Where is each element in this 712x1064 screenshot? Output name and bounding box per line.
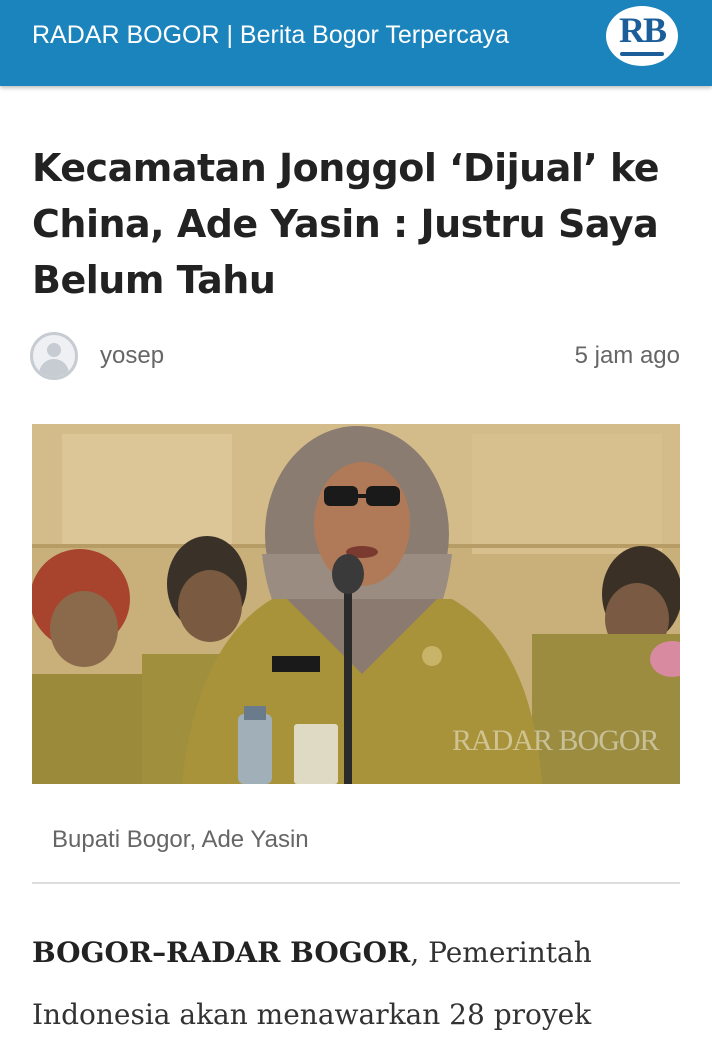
avatar-body (39, 359, 69, 377)
user-avatar-icon[interactable] (30, 332, 78, 380)
avatar-head (47, 343, 61, 357)
article-body: BOGOR–RADAR BOGOR, Pemerintah Indonesia … (32, 922, 692, 1064)
article-photo[interactable]: RADAR BOGOR (32, 424, 680, 784)
publish-time: 5 jam ago (574, 342, 680, 369)
article-headline: Kecamatan Jonggol ‘Dijual’ ke China, Ade… (32, 146, 660, 302)
site-header: RADAR BOGOR | Berita Bogor Terpercaya RB (0, 0, 712, 86)
logo-mark: RB (618, 10, 667, 50)
photo-caption: Bupati Bogor, Ade Yasin (52, 826, 309, 853)
site-title[interactable]: RADAR BOGOR | Berita Bogor Terpercaya (32, 18, 509, 52)
photo-watermark: RADAR BOGOR (452, 724, 660, 757)
article-dateline: BOGOR–RADAR BOGOR (32, 936, 411, 969)
site-logo[interactable]: RB (606, 6, 678, 66)
logo-underline (620, 52, 664, 56)
author-name[interactable]: yosep (100, 340, 164, 372)
section-divider (32, 882, 680, 884)
